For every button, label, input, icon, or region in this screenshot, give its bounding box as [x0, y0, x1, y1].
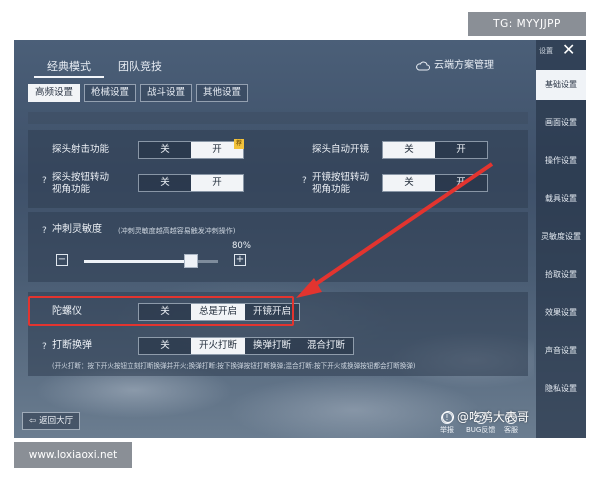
back-to-lobby-button[interactable]: ⇦ 返回大厅 [22, 412, 81, 430]
sidebar-item-basic[interactable]: 基础设置 [536, 70, 586, 100]
back-to-lobby-label: 返回大厅 [39, 416, 74, 426]
sidebar-item-sound[interactable]: 声音设置 [536, 336, 586, 366]
report-label: 举报 [440, 426, 454, 434]
red-arrow-annotation [296, 162, 494, 298]
sidebar-item-pickup[interactable]: 拾取设置 [536, 260, 586, 290]
sidebar-item-vehicle[interactable]: 载具设置 [536, 184, 586, 214]
watermark: @吃鸡大表哥 [442, 408, 529, 425]
exit-icon: ⇦ [29, 416, 37, 426]
settings-sidebar: 基础设置 画面设置 操作设置 载具设置 灵敏度设置 拾取设置 效果设置 声音设置… [536, 40, 586, 438]
sidebar-item-controls[interactable]: 操作设置 [536, 146, 586, 176]
bug-feedback-label: BUG反馈 [466, 426, 496, 434]
watermark-text: @吃鸡大表哥 [457, 410, 530, 424]
sidebar-hint: 设置 [539, 47, 553, 55]
customer-service-label: 客服 [504, 426, 518, 434]
sidebar-item-effects[interactable]: 效果设置 [536, 298, 586, 328]
sidebar-item-sensitivity[interactable]: 灵敏度设置 [536, 222, 586, 252]
website-overlay-label: www.loxiaoxi.net [14, 442, 132, 468]
sidebar-item-graphics[interactable]: 画面设置 [536, 108, 586, 138]
settings-window: 经典模式 团队竞技 云端方案管理 高频设置 枪械设置 战斗设置 其他设置 探头射… [14, 40, 586, 438]
watermark-logo-icon [442, 410, 454, 423]
close-icon[interactable]: ✕ [562, 40, 575, 59]
sidebar-item-privacy[interactable]: 隐私设置 [536, 374, 586, 404]
telegram-overlay-label: TG: MYYJJPP [468, 12, 586, 36]
